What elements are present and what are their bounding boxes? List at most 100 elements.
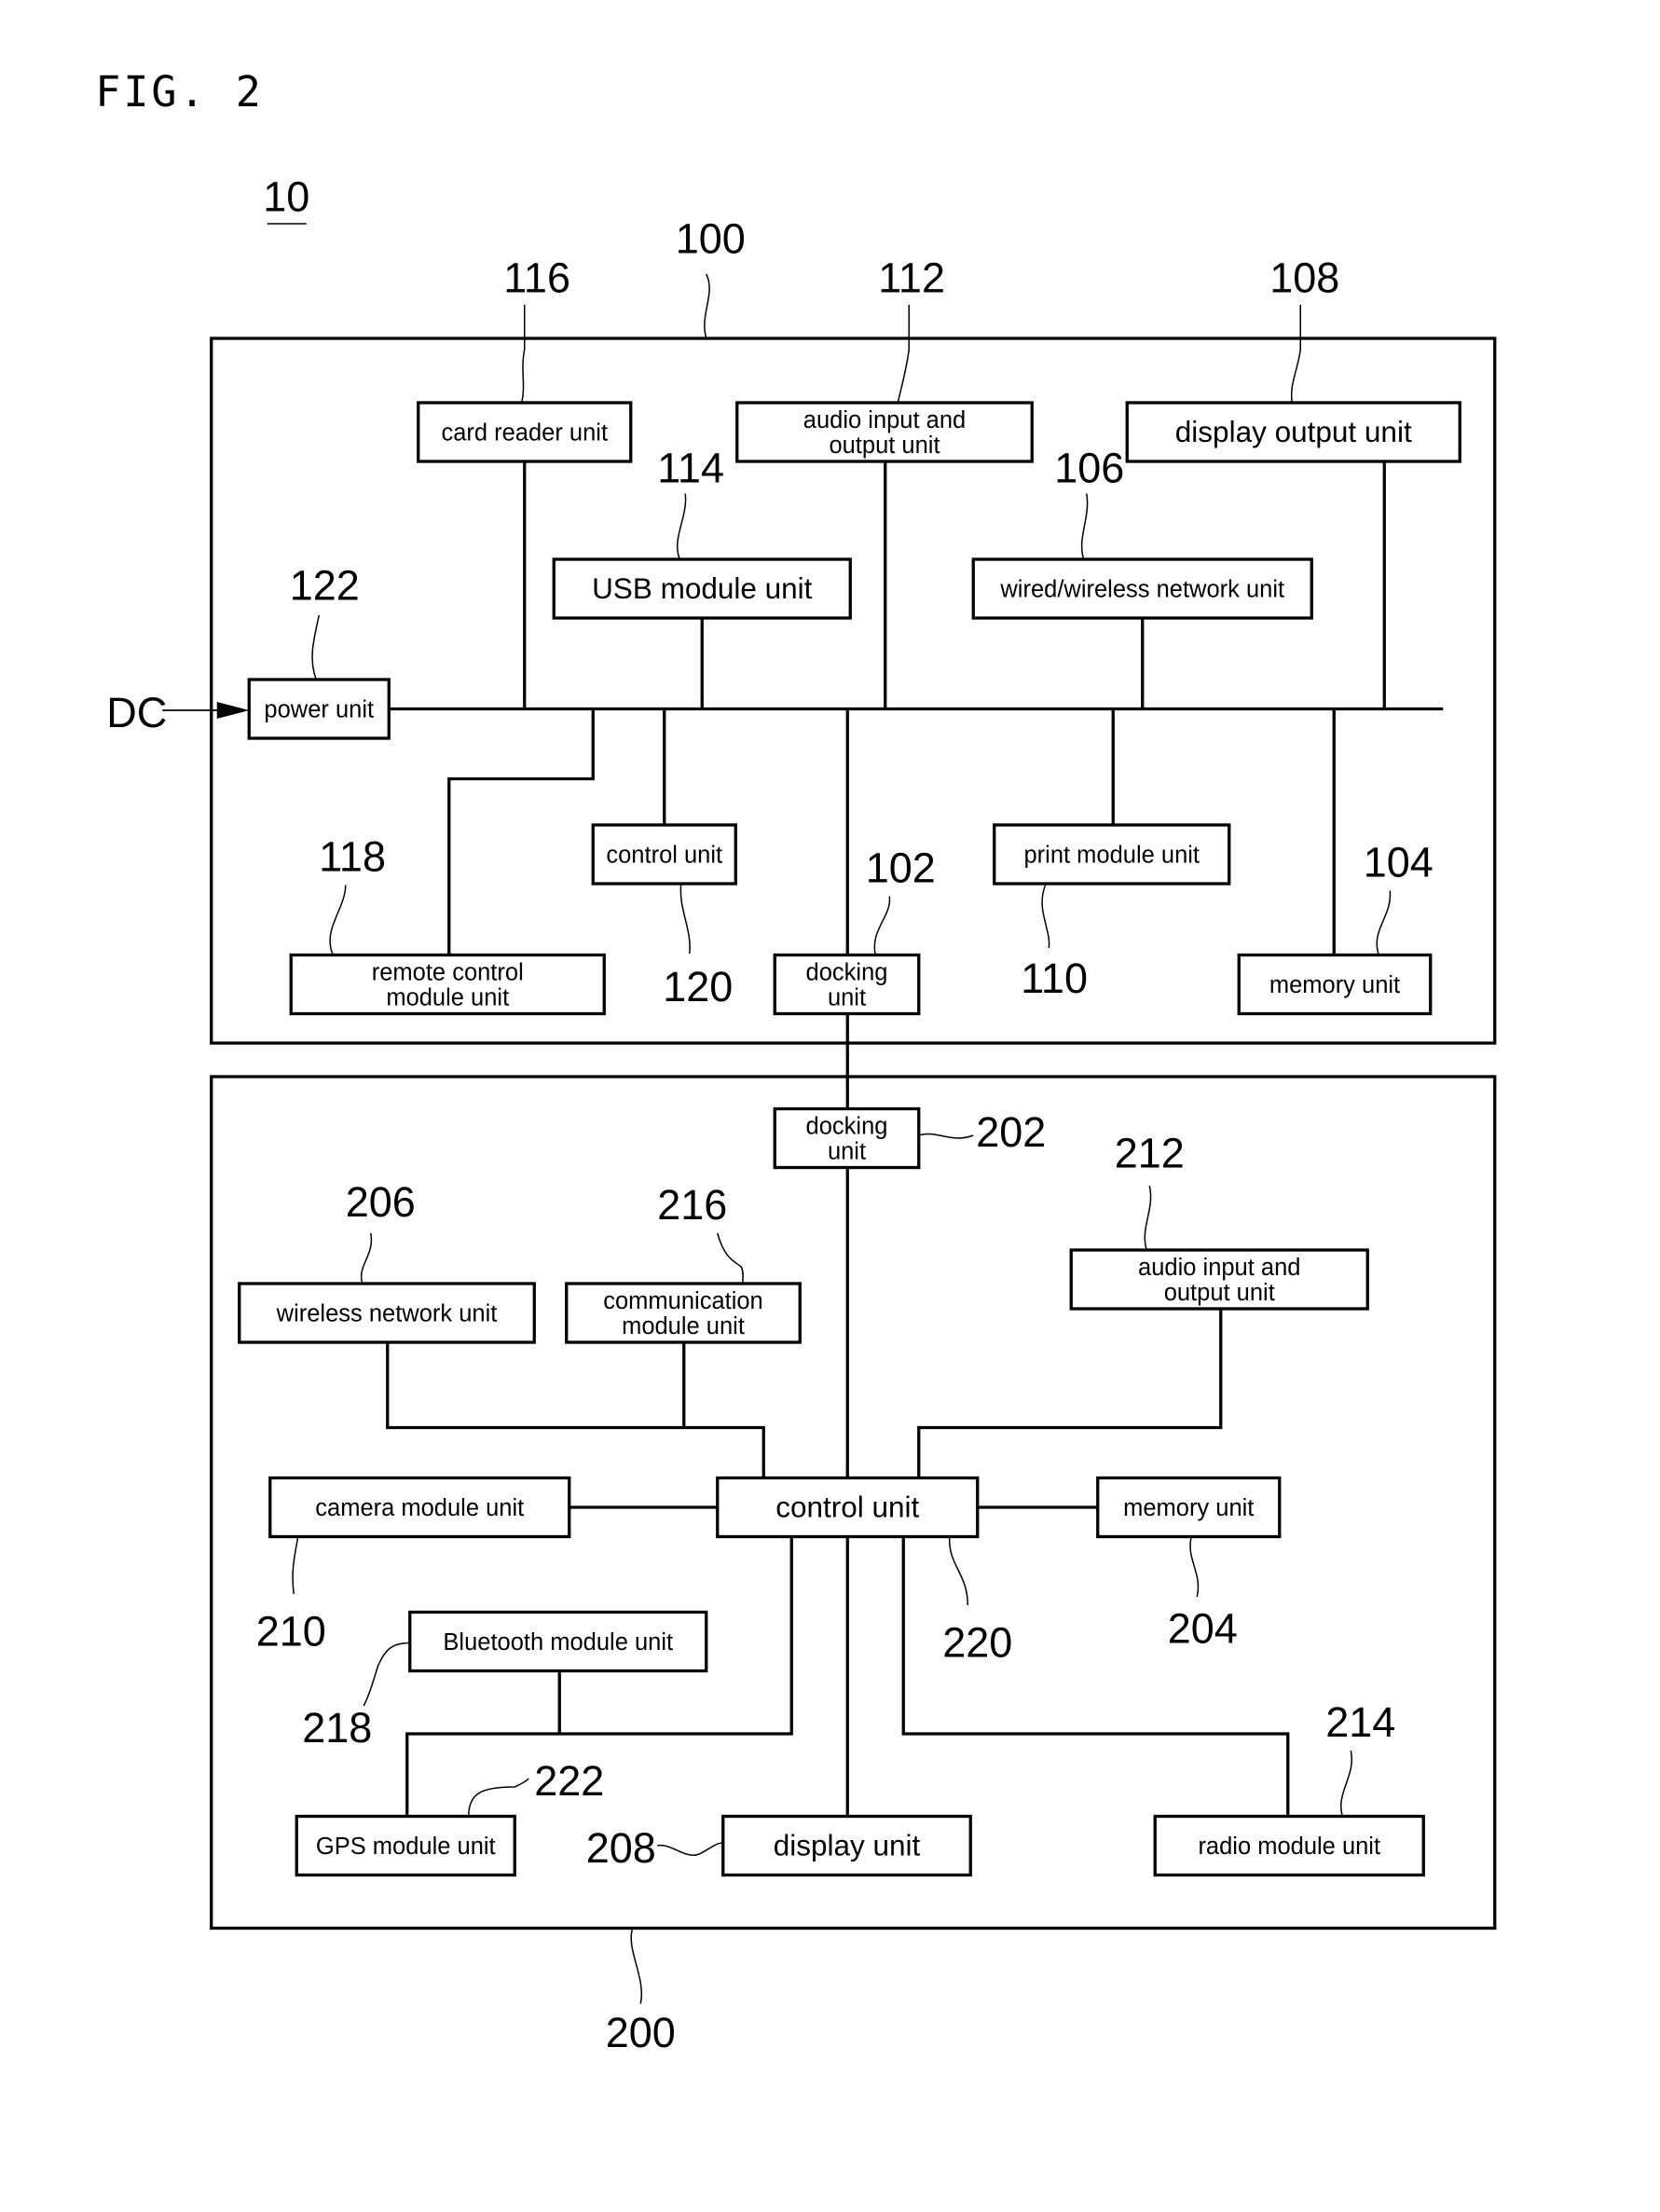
block-100-remote-control-label: module unit — [386, 985, 509, 1011]
block-100-control: control unit — [591, 823, 737, 886]
block-100-docking-ref-number: 102 — [866, 845, 936, 892]
block-200-communication-module-label: module unit — [622, 1313, 745, 1340]
blocks: card reader unit audio input andoutput un… — [238, 401, 1461, 1877]
block-100-memory: memory unit — [1237, 953, 1433, 1016]
block-100-print-module-label: print module unit — [1023, 843, 1200, 869]
arrow-right-icon — [216, 702, 250, 719]
block-100-audio-io: audio input andoutput unit — [735, 401, 1034, 463]
block-100-remote-control-ref-number: 118 — [319, 833, 386, 881]
block-100-power-label: power unit — [264, 697, 374, 723]
block-200-memory: memory unit — [1096, 1476, 1282, 1539]
block-200-communication-module-ref-number: 216 — [657, 1181, 727, 1229]
block-100-card-reader-leader-line — [521, 305, 526, 404]
block-200-camera-module-leader-line — [292, 1536, 299, 1595]
block-200-radio-module-ref-number: 214 — [1325, 1698, 1395, 1746]
block-100-docking-leader-line — [873, 896, 891, 955]
block-200-control-ref-number: 220 — [942, 1619, 1012, 1667]
block-100-display-output-label: display output unit — [1175, 415, 1412, 448]
block-100-usb-module-leader-line — [676, 493, 687, 560]
block-200-communication-module: communicationmodule unit — [565, 1282, 802, 1344]
block-200-radio-module-label: radio module unit — [1198, 1834, 1380, 1860]
block-200-bluetooth-module-label: Bluetooth module unit — [443, 1629, 673, 1656]
leader-200 — [630, 1929, 643, 2004]
block-200-camera-module: camera module unit — [268, 1476, 571, 1539]
wire-wireless-network — [386, 1342, 765, 1478]
block-200-wireless-network-ref-number: 206 — [346, 1178, 416, 1226]
block-100-display-output: display output unit — [1125, 401, 1461, 463]
block-100-remote-control-label: remote control — [372, 960, 524, 986]
block-200-gps-module: GPS module unit — [295, 1814, 516, 1877]
block-100-control-leader-line — [679, 883, 691, 955]
block-200-display-leader-line — [657, 1842, 723, 1856]
block-200-audio-io-ref-number: 212 — [1115, 1130, 1185, 1177]
ref-100: 100 — [676, 215, 746, 263]
block-100-print-module-ref-number: 110 — [1021, 955, 1088, 1002]
block-100-remote-control-leader-line — [329, 885, 347, 955]
block-diagram: FIG. 2 10 100 DC 200 card reader unit au… — [95, 67, 1497, 2056]
block-200-docking: dockingunit — [773, 1106, 921, 1170]
block-100-power: power unit — [247, 678, 391, 740]
block-200-docking-label: unit — [828, 1139, 866, 1165]
wire-remote-control — [447, 708, 595, 955]
block-100-memory-ref-number: 104 — [1364, 839, 1434, 886]
block-100-audio-io-leader-line — [897, 305, 910, 404]
block-200-control-label: control unit — [775, 1491, 919, 1524]
block-100-usb-module: USB module unit — [552, 557, 852, 620]
block-200-gps-module-leader-line — [468, 1778, 529, 1817]
block-200-control: control unit — [716, 1476, 980, 1539]
block-200-display-label: display unit — [774, 1829, 921, 1862]
wire-audio-io-200 — [917, 1309, 1223, 1478]
block-200-display-ref-number: 208 — [586, 1824, 656, 1872]
block-100-usb-module-ref-number: 114 — [657, 445, 724, 492]
block-200-audio-io-label: audio input and — [1138, 1255, 1300, 1281]
block-100-audio-io-ref-number: 112 — [878, 254, 945, 302]
block-200-communication-module-leader-line — [717, 1232, 744, 1285]
block-200-docking-ref-number: 202 — [976, 1108, 1046, 1156]
block-100-card-reader-label: card reader unit — [441, 420, 608, 447]
block-200-bluetooth-module: Bluetooth module unit — [408, 1610, 708, 1673]
leader-100 — [704, 273, 710, 339]
block-200-control-leader-line — [948, 1536, 968, 1606]
dc-input-label: DC — [106, 689, 167, 736]
block-200-memory-ref-number: 204 — [1168, 1605, 1238, 1653]
block-100-control-label: control unit — [606, 843, 722, 869]
block-100-network-label: wired/wireless network unit — [999, 577, 1284, 603]
block-200-gps-module-ref-number: 222 — [534, 1757, 604, 1805]
block-200-audio-io-label: output unit — [1164, 1280, 1275, 1306]
system-ref-label: 10 — [263, 173, 309, 221]
block-200-audio-io: audio input andoutput unit — [1069, 1248, 1369, 1311]
block-200-gps-module-label: GPS module unit — [316, 1834, 496, 1860]
block-200-wireless-network: wireless network unit — [238, 1282, 536, 1344]
block-100-display-output-leader-line — [1290, 305, 1301, 404]
block-100-network: wired/wireless network unit — [971, 557, 1313, 620]
block-100-display-output-ref-number: 108 — [1269, 254, 1339, 302]
block-200-camera-module-label: camera module unit — [315, 1495, 524, 1521]
block-100-control-ref-number: 120 — [663, 963, 733, 1010]
block-100-memory-label: memory unit — [1269, 972, 1400, 998]
block-100-memory-leader-line — [1376, 890, 1392, 955]
figure-title: FIG. 2 — [95, 67, 264, 117]
block-100-print-module-leader-line — [1041, 883, 1050, 949]
block-200-display: display unit — [721, 1814, 972, 1877]
block-100-network-leader-line — [1080, 493, 1089, 560]
ref-200: 200 — [606, 2009, 676, 2056]
block-100-usb-module-label: USB module unit — [592, 571, 813, 605]
block-100-power-leader-line — [311, 614, 320, 680]
wire-radio — [901, 1536, 1290, 1817]
block-100-docking-label: unit — [828, 985, 866, 1011]
block-200-wireless-network-label: wireless network unit — [276, 1301, 498, 1327]
block-100-docking: dockingunit — [773, 953, 921, 1016]
block-100-audio-io-label: output unit — [829, 433, 940, 459]
block-200-docking-label: docking — [806, 1114, 888, 1140]
block-200-camera-module-ref-number: 210 — [256, 1608, 326, 1656]
block-100-remote-control: remote controlmodule unit — [289, 953, 606, 1016]
block-200-docking-leader-line — [918, 1133, 974, 1139]
block-100-print-module: print module unit — [993, 823, 1231, 886]
block-200-memory-label: memory unit — [1123, 1495, 1254, 1521]
block-100-network-ref-number: 106 — [1054, 445, 1124, 492]
block-200-audio-io-leader-line — [1144, 1185, 1152, 1251]
block-200-memory-leader-line — [1189, 1536, 1200, 1598]
block-100-card-reader-ref-number: 116 — [503, 254, 570, 302]
block-200-bluetooth-module-leader-line — [363, 1642, 410, 1707]
block-100-docking-label: docking — [806, 960, 888, 986]
